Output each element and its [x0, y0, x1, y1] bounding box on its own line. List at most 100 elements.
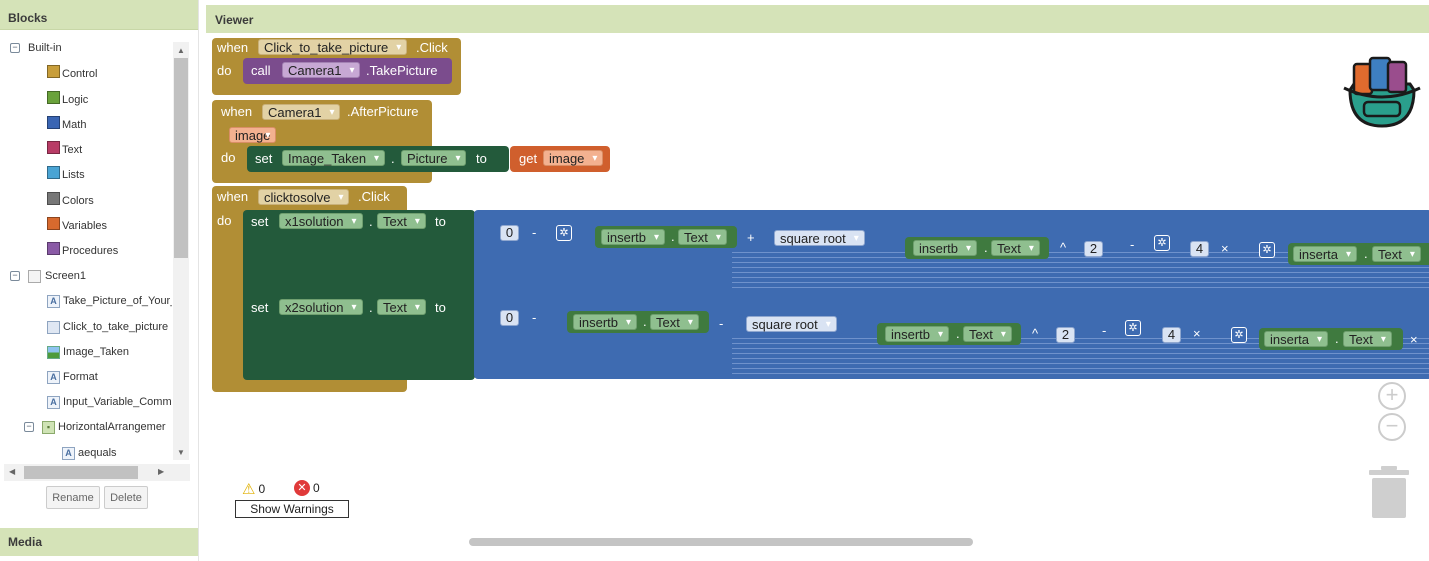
component-label: Click_to_take_picture	[63, 321, 169, 333]
trash-icon[interactable]	[1369, 466, 1409, 520]
call-takepicture-block[interactable]: call Camera1 .TakePicture	[243, 58, 452, 84]
drawer-text[interactable]: Text	[47, 139, 82, 161]
drawer-colors[interactable]: Colors	[47, 190, 94, 212]
component-property-block[interactable]: inserta . Text	[1259, 328, 1403, 350]
backpack-icon[interactable]	[1340, 50, 1424, 130]
camera-dropdown[interactable]: Camera1	[282, 62, 361, 78]
number-zero[interactable]: 0	[500, 310, 519, 326]
component-dropdown[interactable]: inserta	[1293, 246, 1358, 262]
collapse-icon[interactable]: −	[10, 43, 20, 53]
scroll-thumb[interactable]	[174, 58, 188, 258]
component-dropdown[interactable]: Camera1	[262, 104, 341, 120]
property-dropdown[interactable]: Text	[1372, 246, 1421, 262]
component-item[interactable]: A aequals	[62, 442, 117, 460]
component-dropdown[interactable]: insertb	[601, 229, 666, 245]
tree-screen1[interactable]: − Screen1	[10, 265, 86, 287]
component-dropdown[interactable]: Click_to_take_picture	[258, 39, 408, 55]
gear-icon[interactable]: ✲	[1259, 242, 1275, 258]
set-keyword: set	[255, 151, 273, 166]
scroll-up-icon[interactable]: ▲	[177, 46, 185, 55]
property-dropdown[interactable]: Text	[650, 314, 699, 330]
blocks-panel-title: Blocks	[0, 0, 198, 30]
component-dropdown[interactable]: inserta	[1264, 331, 1329, 347]
property-dropdown[interactable]: Text	[377, 299, 426, 315]
component-property-block[interactable]: insertb . Text	[595, 226, 737, 248]
scroll-down-icon[interactable]: ▼	[177, 448, 185, 457]
component-dropdown[interactable]: Image_Taken	[282, 150, 386, 166]
gear-icon[interactable]: ✲	[1231, 327, 1247, 343]
property-dropdown[interactable]: Text	[1343, 331, 1392, 347]
property-dropdown[interactable]: Text	[678, 229, 727, 245]
show-warnings-button[interactable]: Show Warnings	[235, 500, 349, 518]
minus-operator: -	[1102, 323, 1107, 338]
zoom-in-icon[interactable]: +	[1378, 382, 1406, 410]
drawer-control[interactable]: Control	[47, 63, 97, 85]
drawer-label: Variables	[62, 220, 108, 232]
event-block-click-to-take-picture[interactable]: when Click_to_take_picture .Click do cal…	[212, 38, 461, 95]
workspace-horizontal-scrollbar[interactable]	[469, 538, 973, 546]
collapse-icon[interactable]: −	[10, 271, 20, 281]
param-image[interactable]: image	[229, 127, 277, 143]
tree-horizontal-scrollbar[interactable]: ◀ ▶	[4, 464, 190, 481]
scroll-right-icon[interactable]: ▶	[158, 467, 164, 476]
tree-vertical-scrollbar[interactable]: ▲ ▼	[173, 42, 189, 460]
delete-button[interactable]: Delete	[104, 486, 148, 509]
error-icon: ✕	[294, 480, 310, 496]
sqrt-block[interactable]: square root	[767, 228, 872, 248]
get-image-block[interactable]: get image	[510, 146, 610, 172]
set-block-body[interactable]	[243, 210, 475, 380]
drawer-logic[interactable]: Logic	[47, 89, 88, 111]
property-dropdown[interactable]: Text	[377, 213, 426, 229]
component-label: Take_Picture_of_Your_	[63, 295, 172, 307]
control-swatch-icon	[47, 64, 60, 78]
drawer-lists[interactable]: Lists	[47, 164, 85, 186]
button-component-icon: .	[47, 320, 60, 334]
component-dropdown[interactable]: x1solution	[279, 213, 363, 229]
scroll-left-icon[interactable]: ◀	[9, 467, 15, 476]
gear-icon[interactable]: ✲	[556, 225, 572, 241]
property-dropdown[interactable]: Picture	[401, 150, 467, 166]
variables-swatch-icon	[47, 216, 60, 230]
number-two[interactable]: 2	[1056, 327, 1075, 343]
number-four[interactable]: 4	[1162, 327, 1181, 343]
property-dropdown[interactable]: Text	[991, 240, 1040, 256]
component-property-block[interactable]: insertb . Text	[905, 237, 1049, 259]
number-two[interactable]: 2	[1084, 241, 1103, 257]
blocks-workspace[interactable]: when Click_to_take_picture .Click do cal…	[212, 38, 1429, 551]
drawer-procedures[interactable]: Procedures	[47, 240, 118, 262]
set-image-picture-block[interactable]: set Image_Taken . Picture to	[247, 146, 509, 172]
drawer-math[interactable]: Math	[47, 114, 86, 136]
component-dropdown[interactable]: insertb	[885, 326, 950, 342]
number-four[interactable]: 4	[1190, 241, 1209, 257]
component-dropdown[interactable]: insertb	[913, 240, 978, 256]
sqrt-block[interactable]: square root	[739, 314, 844, 334]
component-item[interactable]: − ▪ HorizontalArrangemer	[24, 416, 166, 438]
dot: .	[391, 151, 395, 166]
zoom-out-icon[interactable]: −	[1378, 413, 1406, 441]
property-dropdown[interactable]: Text	[963, 326, 1012, 342]
component-dropdown[interactable]: x2solution	[279, 299, 363, 315]
variable-dropdown[interactable]: image	[543, 150, 604, 166]
component-property-block[interactable]: inserta . Text	[1288, 243, 1429, 265]
sqrt-dropdown[interactable]: square root	[746, 316, 837, 332]
sqrt-dropdown[interactable]: square root	[774, 230, 865, 246]
component-item[interactable]: . Click_to_take_picture	[47, 316, 168, 338]
gear-icon[interactable]: ✲	[1125, 320, 1141, 336]
component-item[interactable]: A Format	[47, 366, 98, 388]
component-property-block[interactable]: insertb . Text	[567, 311, 709, 333]
component-dropdown[interactable]: clicktosolve	[258, 189, 350, 205]
component-item[interactable]: A Take_Picture_of_Your_	[47, 290, 172, 312]
component-item[interactable]: Image_Taken	[47, 341, 129, 363]
component-dropdown[interactable]: insertb	[573, 314, 638, 330]
number-zero[interactable]: 0	[500, 225, 519, 241]
gear-icon[interactable]: ✲	[1154, 235, 1170, 251]
tree-builtin[interactable]: − Built-in	[10, 37, 62, 59]
collapse-icon[interactable]: −	[24, 422, 34, 432]
label-component-icon: A	[47, 294, 60, 308]
component-property-block[interactable]: insertb . Text	[877, 323, 1021, 345]
scroll-thumb[interactable]	[24, 466, 138, 479]
component-item[interactable]: A Input_Variable_Comm	[47, 391, 172, 413]
rename-button[interactable]: Rename	[46, 486, 100, 509]
blocks-tree: − Built-in Control Logic Math Text Lists…	[0, 36, 172, 460]
drawer-variables[interactable]: Variables	[47, 215, 107, 237]
